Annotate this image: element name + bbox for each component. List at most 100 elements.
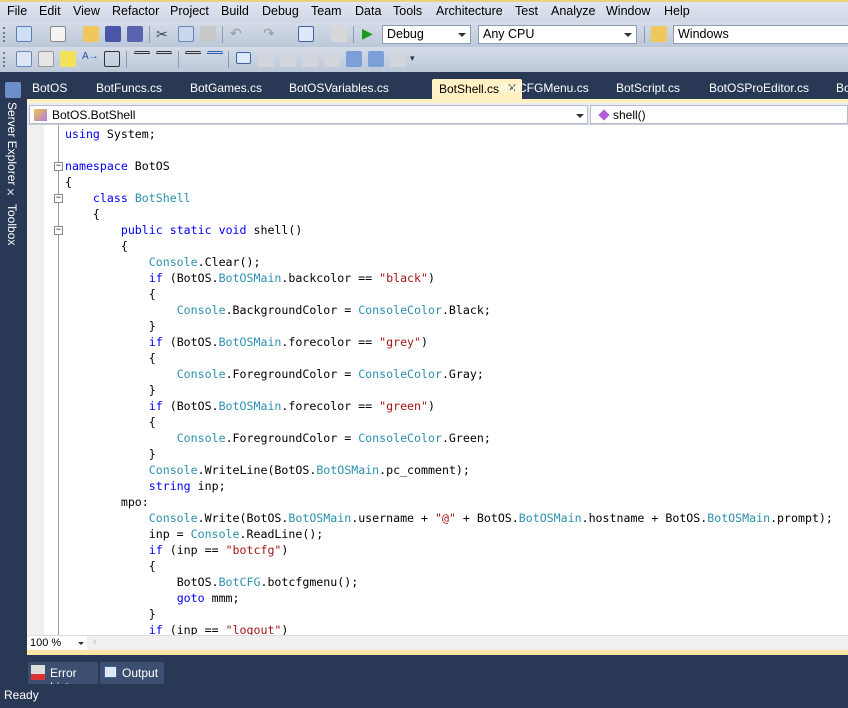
code-line: Console.Clear(); — [65, 254, 833, 270]
code-line: class BotShell — [65, 190, 833, 206]
menu-refactor[interactable]: Refactor — [112, 4, 159, 18]
previous-bookmark-icon[interactable] — [258, 51, 274, 67]
toolbox-tab[interactable]: Toolbox — [5, 204, 19, 245]
code-line: Console.WriteLine(BotOS.BotOSMain.pc_com… — [65, 462, 833, 478]
code-token: namespace — [65, 159, 128, 173]
menu-edit[interactable]: Edit — [39, 4, 61, 18]
code-token: class — [92, 191, 128, 205]
next-bookmark-doc-icon[interactable] — [368, 51, 384, 67]
code-token: .ReadLine(); — [239, 527, 324, 541]
code-token: ) — [281, 623, 289, 635]
class-icon — [34, 109, 47, 121]
code-token: ConsoleColor — [358, 367, 442, 381]
save-icon[interactable] — [105, 26, 121, 42]
editor-footer: 100 % ‹ — [27, 635, 848, 651]
code-token: static — [169, 223, 212, 237]
object-browser-icon[interactable] — [16, 51, 32, 67]
indent-icon[interactable] — [156, 51, 172, 67]
menu-data[interactable]: Data — [355, 4, 381, 18]
menu-debug[interactable]: Debug — [262, 4, 299, 18]
cut-icon[interactable]: ✂ — [156, 26, 172, 42]
start-debugging-icon[interactable]: ▶ — [362, 25, 378, 41]
error-list-tab[interactable]: Error List — [28, 662, 98, 694]
redo-icon[interactable]: ↷ — [263, 25, 279, 41]
code-token: { — [148, 287, 156, 301]
code-line: { — [65, 238, 833, 254]
next-bookmark-folder-icon[interactable] — [324, 51, 340, 67]
new-project-icon[interactable] — [16, 26, 32, 42]
member-dropdown[interactable]: shell() — [590, 105, 848, 124]
menu-tools[interactable]: Tools — [393, 4, 422, 18]
menu-architecture[interactable]: Architecture — [436, 4, 503, 18]
open-file-icon[interactable] — [83, 26, 99, 42]
tab-botscript[interactable]: BotScript.cs — [616, 81, 680, 95]
display-list-icon[interactable] — [104, 51, 120, 67]
menu-file[interactable]: File — [7, 4, 27, 18]
code-token: .Gray; — [441, 367, 484, 381]
solution-platform-dropdown[interactable]: Any CPU — [478, 25, 637, 44]
copy-icon[interactable] — [178, 26, 194, 42]
toolbar-overflow-icon[interactable]: ▾ — [410, 53, 426, 69]
tab-botfuncs[interactable]: BotFuncs.cs — [96, 81, 162, 95]
comment-icon[interactable] — [185, 51, 201, 67]
find-in-files-icon[interactable] — [651, 26, 667, 42]
horizontal-scrollbar[interactable]: ‹ — [93, 636, 97, 648]
tab-botosvariables[interactable]: BotOSVariables.cs — [289, 81, 389, 95]
code-line: inp = Console.ReadLine(); — [65, 526, 833, 542]
indicator-margin — [27, 125, 44, 635]
editor-border — [27, 650, 848, 655]
collapse-icon[interactable]: − — [54, 226, 63, 235]
paste-icon[interactable] — [200, 26, 216, 42]
code-line: if (inp == "botcfg") — [65, 542, 833, 558]
menu-window[interactable]: Window — [606, 4, 650, 18]
platform-value: Any CPU — [483, 27, 535, 41]
code-line: namespace BotOS — [65, 158, 833, 174]
navigate-backward-icon[interactable] — [298, 26, 314, 42]
tab-botosproeditor[interactable]: BotOSProEditor.cs — [709, 81, 809, 95]
menu-analyze[interactable]: Analyze — [551, 4, 595, 18]
tab-overflow[interactable]: Bo — [836, 81, 848, 95]
menu-team[interactable]: Team — [311, 4, 342, 18]
menu-build[interactable]: Build — [221, 4, 249, 18]
code-token: BotOS. — [176, 575, 219, 589]
add-item-icon[interactable] — [50, 26, 66, 42]
outdent-icon[interactable] — [134, 51, 150, 67]
collapse-icon[interactable]: − — [54, 194, 63, 203]
server-explorer-tab[interactable]: Server Explorer — [5, 102, 19, 185]
menu-view[interactable]: View — [73, 4, 100, 18]
toolbar-grip[interactable] — [3, 52, 6, 67]
solution-configuration-dropdown[interactable]: Debug — [382, 25, 471, 44]
next-bookmark-icon[interactable] — [280, 51, 296, 67]
tab-botgames[interactable]: BotGames.cs — [190, 81, 262, 95]
undo-icon[interactable]: ↶ — [230, 25, 246, 41]
type-dropdown[interactable]: BotOS.BotShell — [29, 105, 588, 124]
menu-help[interactable]: Help — [664, 4, 690, 18]
toolbar-grip[interactable] — [3, 27, 6, 42]
word-completion-icon[interactable]: A→ — [82, 51, 99, 67]
bookmark-icon[interactable] — [236, 52, 251, 64]
menu-project[interactable]: Project — [170, 4, 209, 18]
previous-bookmark-doc-icon[interactable] — [346, 51, 362, 67]
code-editor[interactable]: − − − using System; namespace BotOS{ clas… — [27, 125, 848, 635]
code-line: Console.BackgroundColor = ConsoleColor.B… — [65, 302, 833, 318]
collapse-icon[interactable]: − — [54, 162, 63, 171]
navigate-forward-icon[interactable] — [331, 26, 347, 42]
output-icon — [104, 666, 117, 678]
code-token: } — [148, 607, 156, 621]
save-all-icon[interactable] — [127, 26, 143, 42]
previous-bookmark-folder-icon[interactable] — [302, 51, 318, 67]
tab-botcfgmenu[interactable]: BotCFGMenu.cs — [500, 81, 589, 95]
code-line: Console.ForegroundColor = ConsoleColor.G… — [65, 366, 833, 382]
code-token: "green" — [379, 399, 429, 413]
code-token: .Write(BotOS. — [197, 511, 289, 525]
find-input[interactable]: Windows — [673, 25, 848, 44]
zoom-dropdown[interactable]: 100 % — [27, 636, 87, 651]
output-tab[interactable]: Output — [100, 662, 164, 684]
clear-bookmarks-icon[interactable] — [390, 51, 406, 67]
menu-test[interactable]: Test — [515, 4, 538, 18]
uncomment-icon[interactable] — [207, 51, 223, 67]
tab-botos[interactable]: BotOS — [32, 81, 67, 95]
code-text[interactable]: using System; namespace BotOS{ class BotS… — [65, 126, 833, 635]
parameter-info-icon[interactable] — [60, 51, 76, 67]
quick-info-icon[interactable] — [38, 51, 54, 67]
